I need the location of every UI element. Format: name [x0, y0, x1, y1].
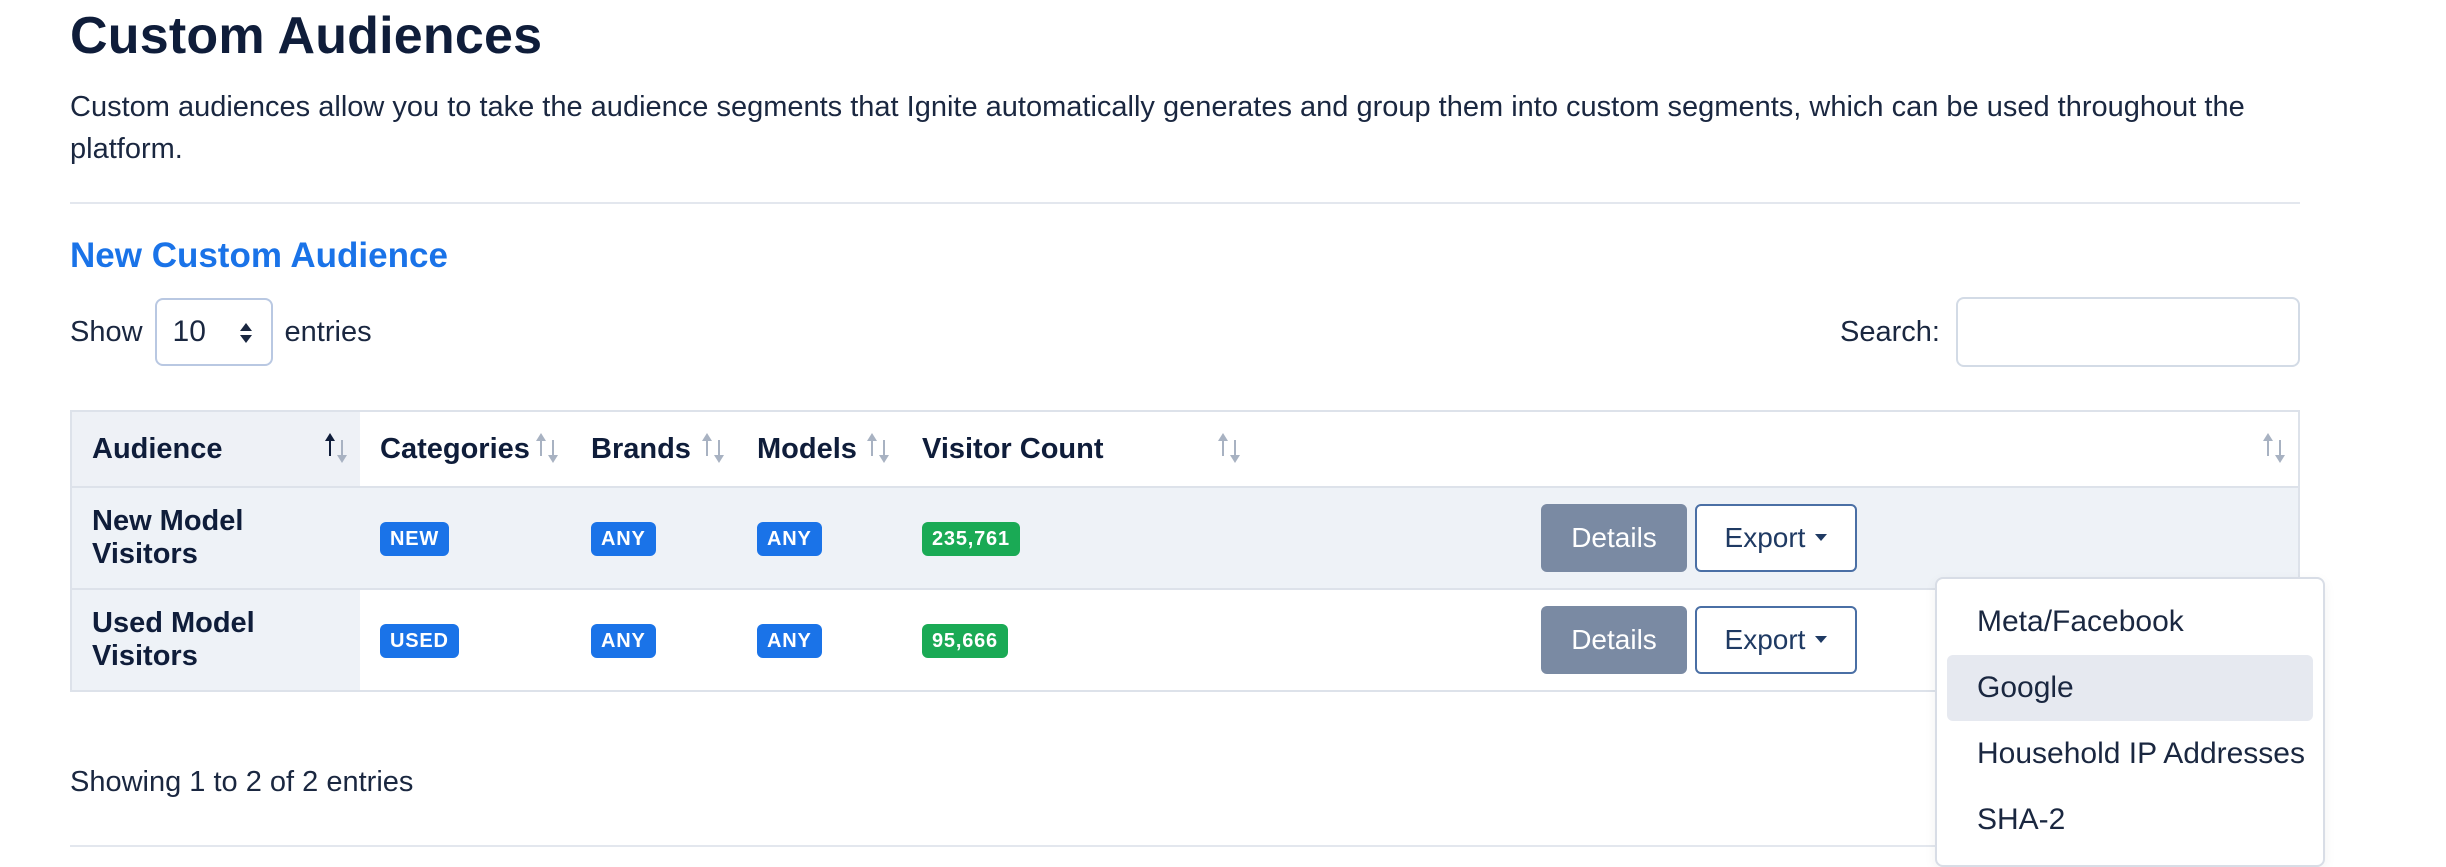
export-label: Export	[1724, 624, 1806, 655]
divider	[70, 202, 2300, 204]
brand-badge: ANY	[591, 624, 656, 658]
entries-per-page-select[interactable]: 10	[154, 298, 273, 366]
select-arrows-icon	[239, 323, 252, 343]
category-badge: NEW	[380, 522, 450, 556]
category-badge: USED	[380, 624, 459, 658]
column-header-actions[interactable]	[1253, 410, 2300, 488]
new-custom-audience-link[interactable]: New Custom Audience	[70, 236, 448, 276]
model-badge: ANY	[757, 522, 822, 556]
audience-name: New Model Visitors	[70, 486, 360, 590]
table-header-row: Audience Categories Brands Models Visito…	[70, 410, 2300, 488]
caret-down-icon	[1815, 534, 1828, 541]
search-input[interactable]	[1956, 297, 2300, 367]
export-option-google[interactable]: Google	[1947, 655, 2313, 721]
caret-down-icon	[1815, 636, 1828, 643]
length-control: Show 10 entries	[70, 296, 372, 368]
audience-name: Used Model Visitors	[70, 588, 360, 692]
column-header-models[interactable]: Models	[737, 410, 902, 488]
page-description: Custom audiences allow you to take the a…	[70, 91, 2245, 165]
export-dropdown-button[interactable]: Export	[1695, 504, 1857, 572]
export-dropdown-button[interactable]: Export	[1695, 606, 1857, 674]
export-option-meta-facebook[interactable]: Meta/Facebook	[1947, 589, 2313, 655]
sort-icon	[2263, 433, 2285, 463]
search-control: Search:	[1840, 296, 2300, 368]
details-button[interactable]: Details	[1541, 606, 1687, 674]
export-option-sha2[interactable]: SHA-2	[1947, 787, 2313, 853]
entries-per-page-value: 10	[172, 315, 206, 348]
model-badge: ANY	[757, 624, 822, 658]
brand-badge: ANY	[591, 522, 656, 556]
column-header-audience[interactable]: Audience	[70, 410, 360, 488]
page-title: Custom Audiences	[70, 7, 543, 65]
column-header-categories[interactable]: Categories	[360, 410, 571, 488]
details-button[interactable]: Details	[1541, 504, 1687, 572]
table-row: New Model Visitors NEW ANY ANY 235,761 D…	[70, 486, 2300, 590]
sort-ascending-icon	[325, 433, 347, 463]
show-label: Show	[70, 315, 143, 348]
entries-label: entries	[284, 315, 372, 348]
export-dropdown-menu: Meta/Facebook Google Household IP Addres…	[1935, 577, 2325, 867]
search-label: Search:	[1840, 315, 1940, 348]
sort-icon	[1218, 433, 1240, 463]
sort-icon	[702, 433, 724, 463]
column-header-brands[interactable]: Brands	[571, 410, 737, 488]
export-option-household-ip[interactable]: Household IP Addresses	[1947, 721, 2313, 787]
visitor-count-badge: 235,761	[922, 522, 1020, 556]
export-label: Export	[1724, 522, 1806, 553]
column-header-visitor-count[interactable]: Visitor Count	[902, 410, 1253, 488]
table-info: Showing 1 to 2 of 2 entries	[70, 766, 414, 798]
sort-icon	[867, 433, 889, 463]
visitor-count-badge: 95,666	[922, 624, 1008, 658]
sort-icon	[536, 433, 558, 463]
